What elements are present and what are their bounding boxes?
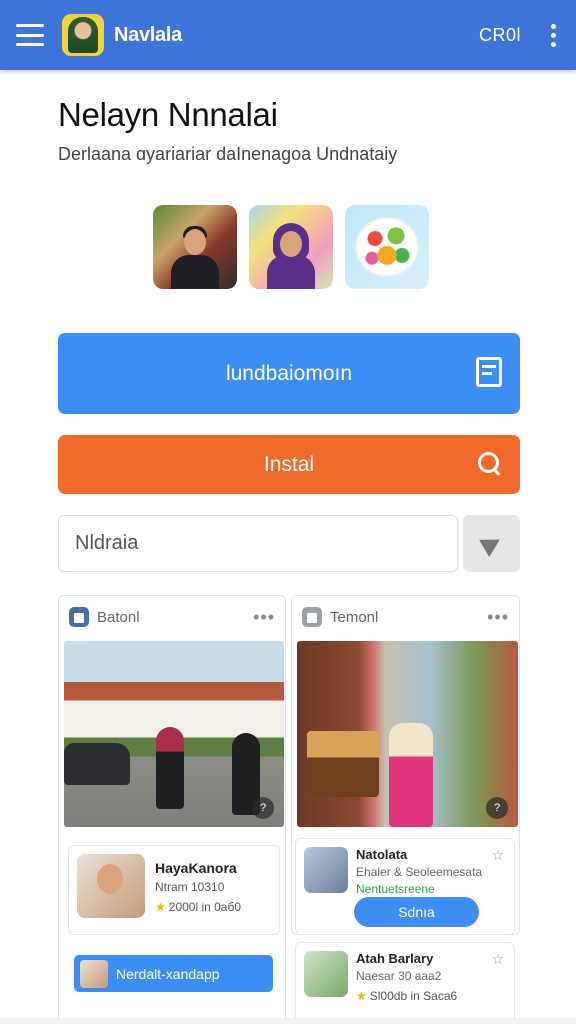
install-button[interactable]: Instal xyxy=(58,435,520,494)
food-bowl-thumbnail[interactable] xyxy=(345,205,429,289)
photo-play-icon: ? xyxy=(486,797,508,819)
app-logo xyxy=(62,14,104,56)
item-1-title: Natolata xyxy=(356,847,408,862)
menu-icon[interactable] xyxy=(16,24,44,46)
item-1-sub: Ehaler & Seoleemesata xyxy=(356,865,483,879)
mini-card-title: HayaKanora xyxy=(155,860,237,876)
mini-avatar xyxy=(77,854,145,918)
right-card-title: Temonl xyxy=(330,608,379,626)
item-2-rating: ★ Sl00db in Saca6 xyxy=(356,989,458,1003)
item-2-title: Atah Barlary xyxy=(356,951,434,966)
thumbnail-row xyxy=(153,205,429,289)
more-options-icon[interactable] xyxy=(547,20,560,51)
search-input[interactable] xyxy=(58,515,458,572)
mini-card-sub: Ntram 10310 xyxy=(155,880,225,894)
page-subtitle: Derlaana ɑyariariar daInenagoa Undnataiy xyxy=(58,144,398,164)
appbar-counter[interactable]: CR0l xyxy=(479,25,521,46)
wide-button-label: Nerdalt-xandapp xyxy=(116,965,220,982)
portrait-man-thumbnail[interactable] xyxy=(153,205,237,289)
primary-action-label: lundbaiomoın xyxy=(225,361,353,385)
send-icon xyxy=(478,530,505,557)
favorite-star-icon[interactable]: ☆ xyxy=(491,847,504,864)
app-bar: Navlala CR0l xyxy=(0,0,576,70)
wide-profile-button[interactable]: Nerdalt-xandapp xyxy=(74,955,273,992)
install-label: Instal xyxy=(263,452,315,476)
portrait-woman-thumbnail[interactable] xyxy=(249,205,333,289)
left-mini-card[interactable]: HayaKanora Ntram 10310 ★ 2000l in 0aб0 xyxy=(68,845,280,935)
right-item-1[interactable]: Natolata Ehaler & Seoleemesata Nentuetsr… xyxy=(295,838,515,935)
item-1-avatar xyxy=(304,847,348,893)
app-name: Navlala xyxy=(114,23,182,46)
star-icon: ★ xyxy=(356,989,367,1003)
market-photo[interactable]: ? xyxy=(297,641,518,827)
photo-badge-icon: ? xyxy=(252,797,274,819)
item-2-avatar xyxy=(304,951,348,997)
left-card-more-icon[interactable]: ••• xyxy=(253,607,275,628)
favorite-star-icon[interactable]: ☆ xyxy=(491,951,504,968)
item-1-status: Nentuetsreene xyxy=(356,882,435,896)
bottom-bar xyxy=(0,1018,576,1024)
left-card-title: Batonl xyxy=(97,608,140,626)
star-icon: ★ xyxy=(155,900,166,914)
item-2-sub: Naesar 30 aaa2 xyxy=(356,969,442,983)
right-card-more-icon[interactable]: ••• xyxy=(487,607,509,628)
street-photo[interactable]: ? xyxy=(64,641,284,827)
right-item-2[interactable]: Atah Barlary Naesar 30 aaa2 ★ Sl00db in S… xyxy=(295,942,515,1024)
primary-action-button[interactable]: lundbaiomoın xyxy=(58,333,520,414)
home-icon xyxy=(69,607,89,627)
item-1-action-button[interactable]: Sdnıa xyxy=(354,897,479,927)
send-button[interactable] xyxy=(463,515,520,572)
mini-card-rating: ★ 2000l in 0aб0 xyxy=(155,900,242,914)
document-icon xyxy=(476,357,502,387)
search-icon xyxy=(478,452,500,474)
image-icon xyxy=(302,607,322,627)
page-title: Nelayn Nnnalai xyxy=(58,96,278,133)
wide-button-avatar xyxy=(80,959,108,988)
